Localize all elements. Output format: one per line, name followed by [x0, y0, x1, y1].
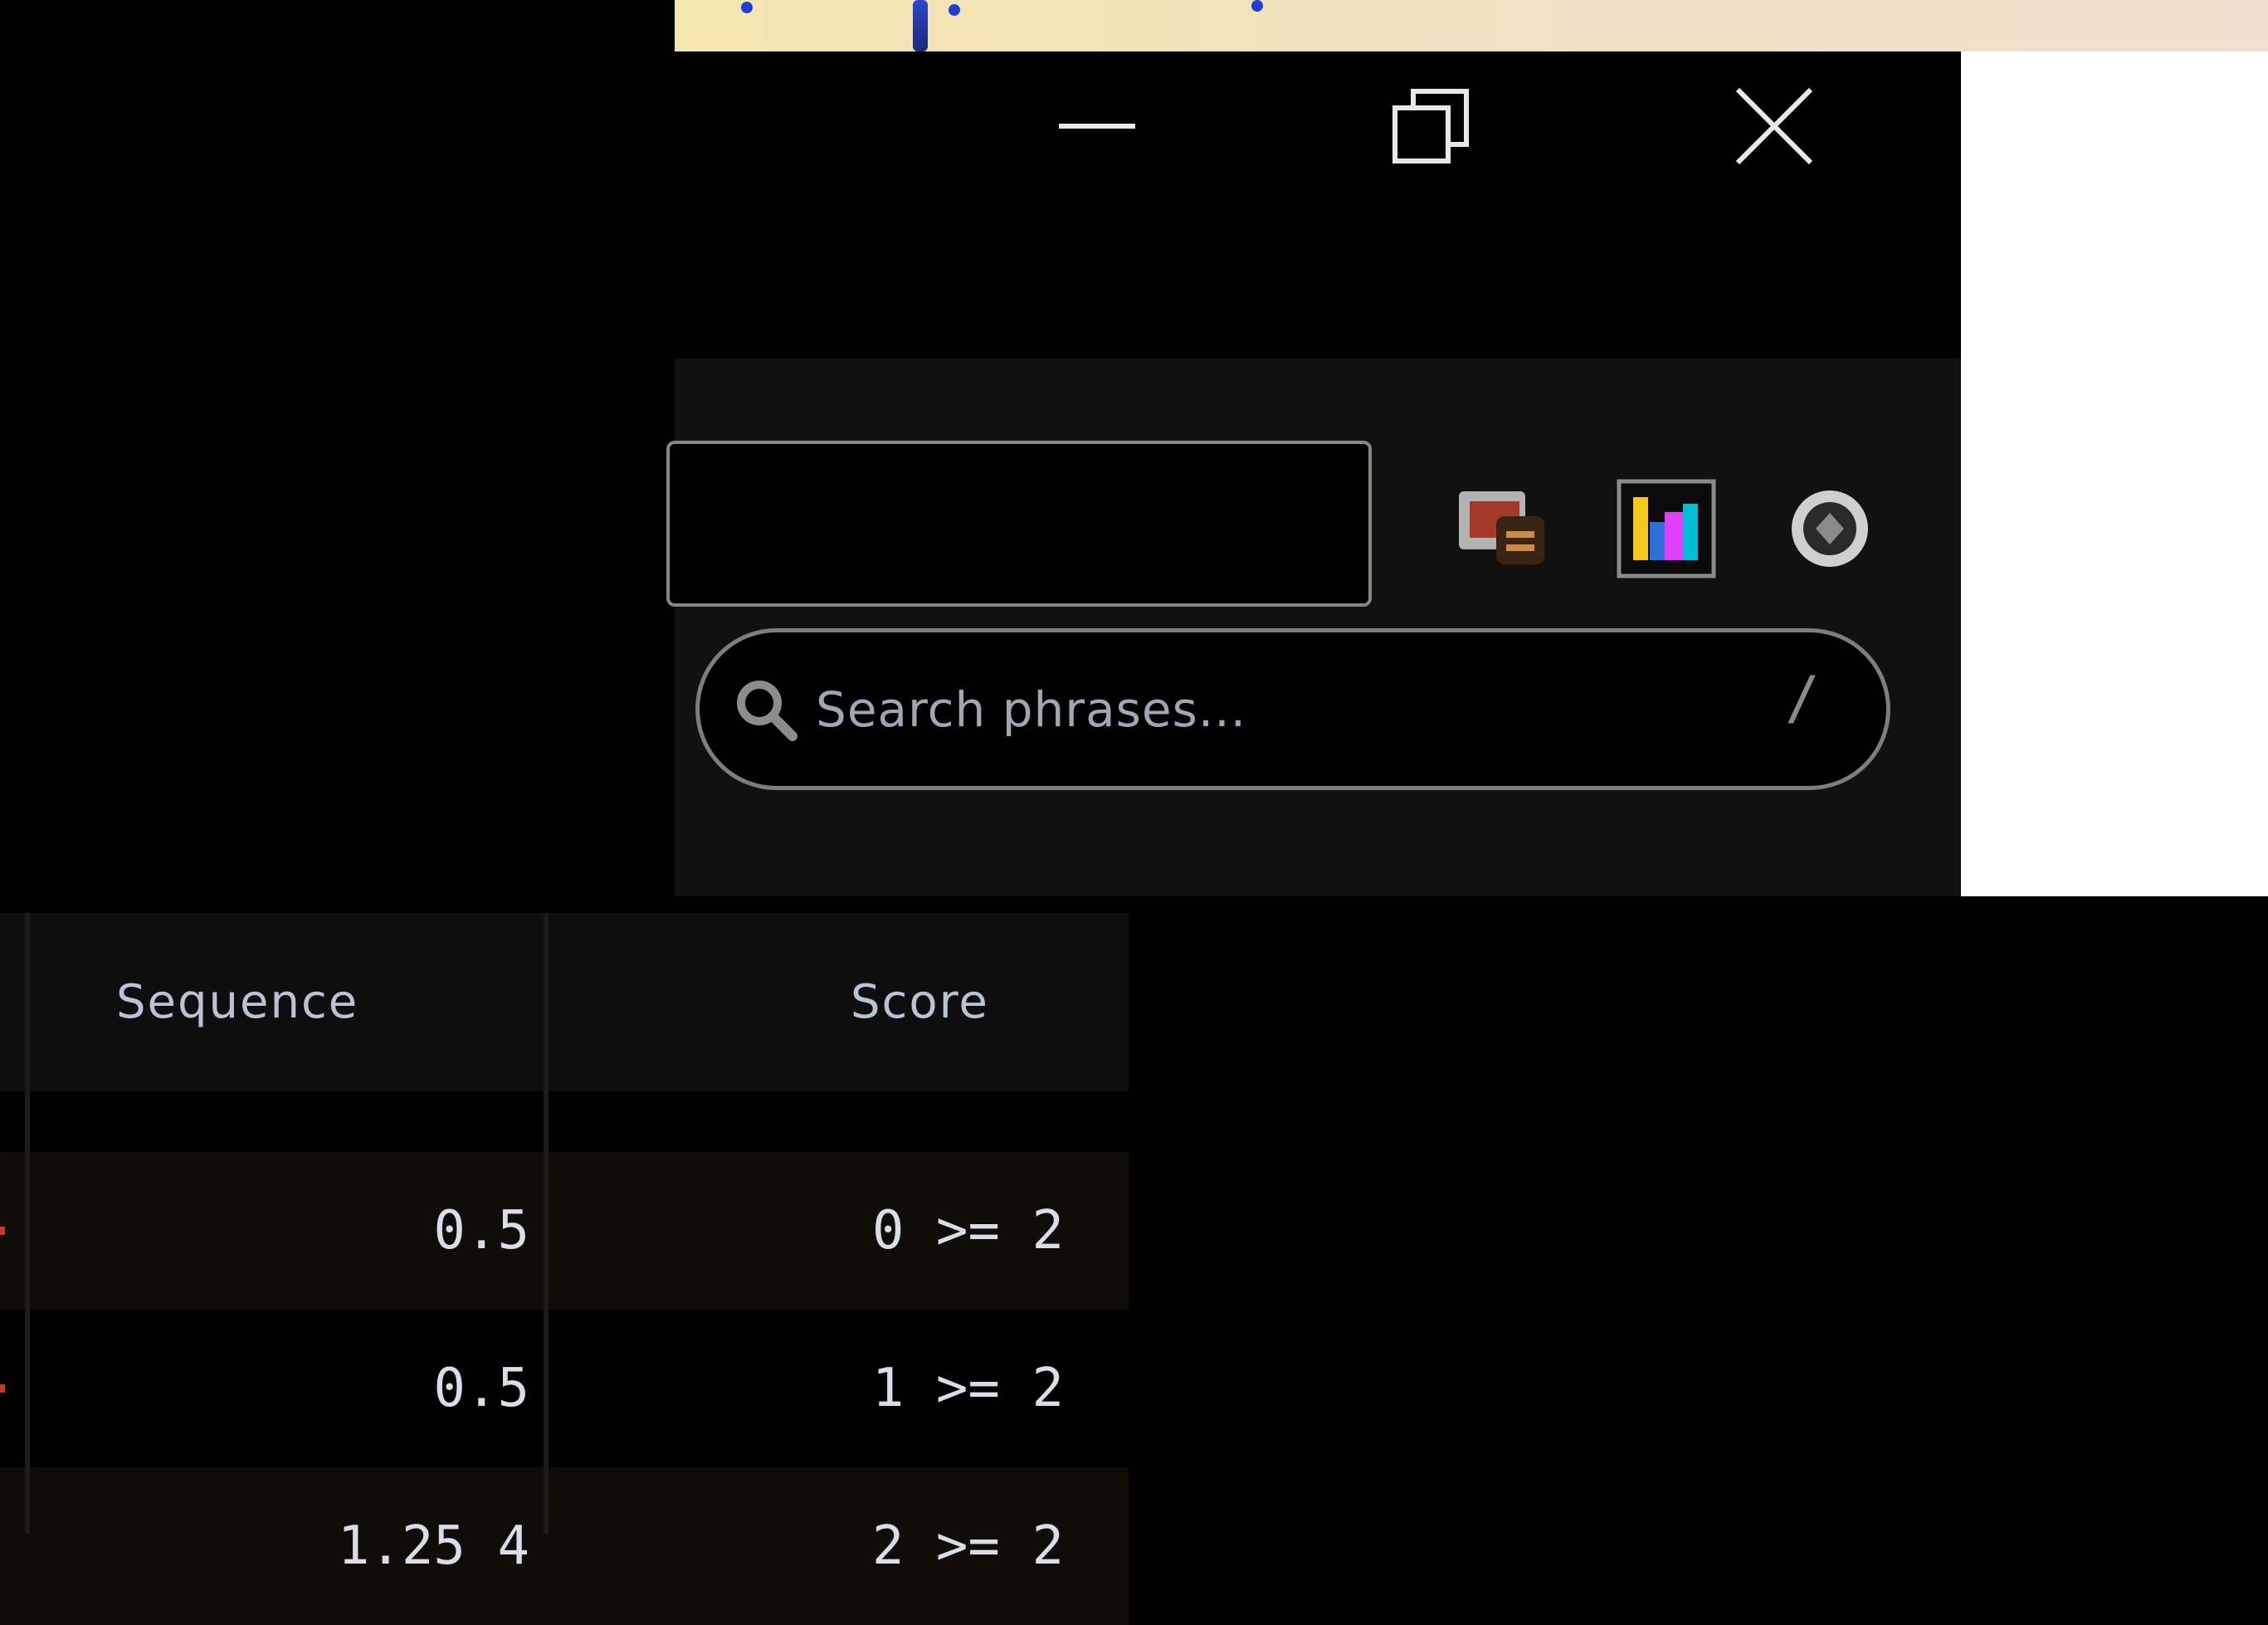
search-bar[interactable]: Search phrases... / — [695, 628, 1890, 790]
wallpaper-dot — [949, 4, 960, 16]
cell-sequence: 1.25 4 — [337, 1515, 529, 1577]
close-button[interactable] — [1724, 85, 1824, 168]
table-row[interactable]: 0.5 1 >= 2 — [0, 1310, 1129, 1467]
gallery-button[interactable] — [1451, 479, 1550, 578]
search-shortcut-hint: / — [1784, 664, 1820, 732]
cell-score: 0 >= 2 — [871, 1200, 1064, 1261]
close-icon — [1735, 87, 1813, 165]
desktop-wallpaper — [675, 0, 2268, 51]
gallery-icon — [1459, 491, 1544, 564]
bar-chart-icon — [1617, 479, 1716, 578]
cell-sequence: 0.5 — [433, 1358, 529, 1419]
settings-button[interactable] — [1780, 479, 1880, 578]
row-marker — [0, 1384, 5, 1393]
title-bar — [675, 51, 1961, 359]
cell-score: 2 >= 2 — [871, 1515, 1064, 1577]
results-table: Sequence Score 0.5 0 >= 2 0.5 1 >= 2 1.2… — [0, 896, 1129, 1625]
search-icon — [737, 680, 797, 741]
minimize-button[interactable] — [1047, 85, 1147, 168]
app-window: Search phrases... / — [666, 51, 1961, 896]
cell-sequence: 0.5 — [433, 1200, 529, 1261]
name-field[interactable] — [666, 441, 1372, 607]
column-header-sequence[interactable]: Sequence — [116, 913, 358, 1091]
table-row[interactable]: 0.5 0 >= 2 — [0, 1152, 1129, 1310]
table-row[interactable]: 1.25 4 2 >= 2 — [0, 1467, 1129, 1625]
cell-score: 1 >= 2 — [871, 1358, 1064, 1419]
wallpaper-dot — [741, 2, 753, 13]
row-marker — [0, 1227, 5, 1235]
table-header: Sequence Score — [0, 913, 1129, 1091]
toolbar: Search phrases... / — [666, 359, 1961, 896]
restore-icon — [1393, 89, 1469, 163]
search-placeholder: Search phrases... — [816, 681, 1247, 738]
chart-button[interactable] — [1617, 479, 1716, 578]
column-divider — [25, 913, 30, 1534]
column-header-score[interactable]: Score — [851, 913, 989, 1091]
minimize-icon — [1059, 124, 1135, 129]
wallpaper-streak — [913, 0, 928, 51]
wallpaper-dot — [1251, 0, 1263, 12]
restore-button[interactable] — [1382, 85, 1481, 168]
side-panel — [1961, 51, 2268, 896]
gear-icon — [1792, 490, 1868, 567]
column-divider — [544, 913, 549, 1534]
